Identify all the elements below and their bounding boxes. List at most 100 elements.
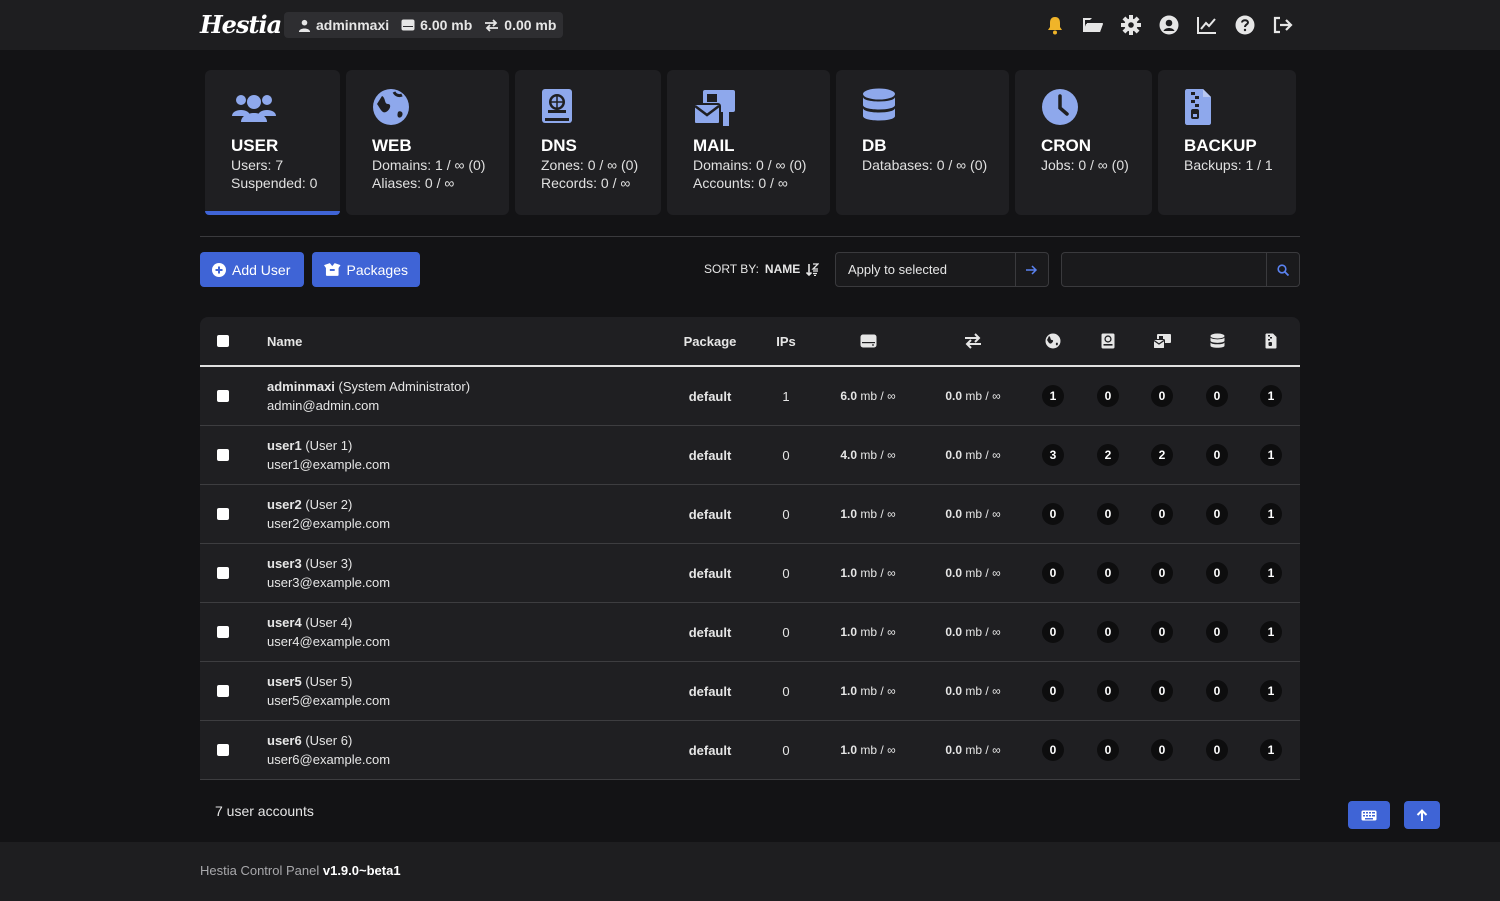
- header-ips[interactable]: IPs: [766, 317, 806, 365]
- file-zipper-icon: [1185, 89, 1211, 125]
- logout-icon[interactable]: [1272, 14, 1294, 36]
- table-row[interactable]: user5 (User 5) user5@example.com default 0 1…: [200, 662, 1300, 721]
- user-fullname: (System Administrator): [338, 379, 471, 394]
- web-count-cell: 3: [1042, 426, 1064, 484]
- card-db[interactable]: DB Databases: 0 / ∞ (0): [836, 70, 1009, 215]
- add-user-button[interactable]: Add User: [200, 252, 304, 287]
- header-backup[interactable]: [1261, 317, 1281, 365]
- row-checkbox[interactable]: [217, 626, 229, 638]
- folder-icon[interactable]: [1082, 14, 1104, 36]
- card-cron[interactable]: CRON Jobs: 0 / ∞ (0): [1015, 70, 1152, 215]
- disk-quota: mb / ∞: [857, 625, 896, 639]
- row-checkbox[interactable]: [217, 449, 229, 461]
- mail-count-badge: 0: [1151, 739, 1173, 761]
- header-package[interactable]: Package: [670, 317, 750, 365]
- table-row[interactable]: user4 (User 4) user4@example.com default 0 1…: [200, 603, 1300, 662]
- user-login-link[interactable]: user1: [267, 438, 302, 453]
- disk-value: 1.0: [840, 507, 858, 521]
- user-login-link[interactable]: user5: [267, 674, 302, 689]
- web-count-badge: 0: [1042, 680, 1064, 702]
- help-icon[interactable]: [1234, 14, 1256, 36]
- mail-count-badge: 0: [1151, 680, 1173, 702]
- header-name[interactable]: Name: [267, 317, 302, 365]
- header-dns[interactable]: [1098, 317, 1118, 365]
- dns-count-badge: 2: [1097, 444, 1119, 466]
- row-checkbox[interactable]: [217, 508, 229, 520]
- header-disk[interactable]: [850, 317, 886, 365]
- bandwidth-quota: mb / ∞: [962, 448, 1001, 462]
- card-backup[interactable]: BACKUP Backups: 1 / 1: [1158, 70, 1296, 215]
- table-header: Name Package IPs: [200, 317, 1300, 367]
- row-checkbox[interactable]: [217, 685, 229, 697]
- db-count-badge: 0: [1206, 385, 1228, 407]
- dns-book-icon: [542, 89, 572, 123]
- user-cell: user3 (User 3) user3@example.com: [267, 544, 390, 602]
- bulk-action-select[interactable]: Apply to selected: [835, 252, 1049, 287]
- search-button[interactable]: [1266, 253, 1299, 286]
- backup-count-badge: 1: [1260, 739, 1282, 761]
- user-login-link[interactable]: user2: [267, 497, 302, 512]
- db-count-badge: 0: [1206, 680, 1228, 702]
- search-input[interactable]: [1062, 253, 1266, 286]
- ips-cell: 0: [782, 447, 790, 463]
- header-bandwidth[interactable]: [953, 317, 993, 365]
- package-cell: default: [688, 506, 732, 522]
- gear-icon[interactable]: [1120, 14, 1142, 36]
- ips-cell: 1: [782, 388, 790, 404]
- sort-by-control[interactable]: SORT BY: NAME: [704, 262, 820, 276]
- apply-button[interactable]: [1015, 253, 1048, 286]
- user-login-link[interactable]: user6: [267, 733, 302, 748]
- disk-cell: 4.0 mb / ∞: [818, 426, 918, 484]
- row-checkbox[interactable]: [217, 567, 229, 579]
- arrow-up-icon: [1416, 808, 1428, 821]
- card-web[interactable]: WEB Domains: 1 / ∞ (0) Aliases: 0 / ∞: [346, 70, 509, 215]
- bandwidth-value: 0.0: [945, 507, 963, 521]
- header-mail[interactable]: [1152, 317, 1172, 365]
- transfer-icon: [485, 18, 499, 32]
- header-web[interactable]: [1043, 317, 1063, 365]
- hestia-logo[interactable]: Hestia: [200, 10, 282, 40]
- row-checkbox[interactable]: [217, 390, 229, 402]
- header-db[interactable]: [1207, 317, 1227, 365]
- disk-value: 1.0: [840, 625, 858, 639]
- top-nav-icons: [1044, 14, 1294, 36]
- table-row[interactable]: user3 (User 3) user3@example.com default 0 1…: [200, 544, 1300, 603]
- card-dns[interactable]: DNS Zones: 0 / ∞ (0) Records: 0 / ∞: [515, 70, 661, 215]
- table-row[interactable]: user1 (User 1) user1@example.com default 0 4…: [200, 426, 1300, 485]
- user-login-link[interactable]: user3: [267, 556, 302, 571]
- user-login-link[interactable]: adminmaxi: [267, 379, 335, 394]
- user-cell: user2 (User 2) user2@example.com: [267, 485, 390, 543]
- database-icon: [863, 88, 895, 121]
- user-circle-icon[interactable]: [1158, 14, 1180, 36]
- dns-count-cell: 0: [1097, 662, 1119, 720]
- select-all-checkbox[interactable]: [217, 335, 229, 347]
- table-row[interactable]: user6 (User 6) user6@example.com default 0 1…: [200, 721, 1300, 780]
- table-row[interactable]: user2 (User 2) user2@example.com default 0 1…: [200, 485, 1300, 544]
- username: adminmaxi: [316, 17, 390, 33]
- mail-count-badge: 0: [1151, 503, 1173, 525]
- hard-drive-icon: [860, 334, 876, 348]
- packages-button[interactable]: Packages: [312, 252, 420, 287]
- mail-count-badge: 0: [1151, 562, 1173, 584]
- users-table: Name Package IPs adminmaxi (System Admin…: [200, 317, 1300, 780]
- chart-icon[interactable]: [1196, 14, 1218, 36]
- user-info-pill[interactable]: adminmaxi 6.00 mb 0.00 mb: [284, 12, 563, 38]
- db-count-cell: 0: [1206, 426, 1228, 484]
- db-count-badge: 0: [1206, 503, 1228, 525]
- backup-count-cell: 1: [1260, 426, 1282, 484]
- file-zipper-icon: [1265, 333, 1277, 349]
- disk-cell: 6.0 mb / ∞: [818, 367, 918, 425]
- web-count-cell: 0: [1042, 544, 1064, 602]
- card-mail[interactable]: MAIL Domains: 0 / ∞ (0) Accounts: 0 / ∞: [667, 70, 830, 215]
- backup-count-badge: 1: [1260, 680, 1282, 702]
- user-login-link[interactable]: user4: [267, 615, 302, 630]
- bell-icon[interactable]: [1044, 14, 1066, 36]
- card-user[interactable]: USER Users: 7 Suspended: 0: [205, 70, 340, 215]
- table-row[interactable]: adminmaxi (System Administrator) admin@ad…: [200, 367, 1300, 426]
- row-checkbox[interactable]: [217, 744, 229, 756]
- dns-count-cell: 0: [1097, 544, 1119, 602]
- backup-count-cell: 1: [1260, 367, 1282, 425]
- scroll-top-button[interactable]: [1404, 801, 1440, 829]
- keyboard-shortcuts-button[interactable]: [1348, 801, 1390, 829]
- mail-count-cell: 0: [1151, 721, 1173, 779]
